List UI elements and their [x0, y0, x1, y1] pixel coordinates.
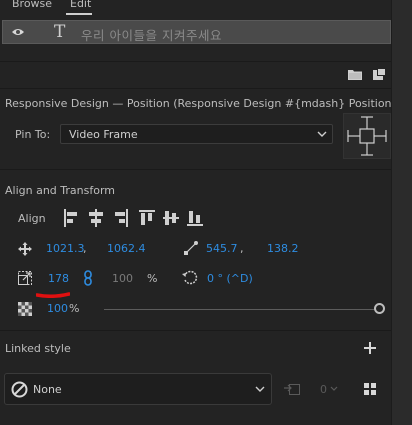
align-center-horizontal-icon[interactable] — [89, 209, 103, 227]
none-style-icon — [11, 381, 28, 398]
anchor-x-value[interactable]: 545.7 — [206, 242, 238, 255]
text-layer-row[interactable]: T 우리 아이들을 지켜주세요 — [2, 20, 391, 44]
position-y-value[interactable]: 1062.4 — [107, 242, 146, 255]
sync-style-icon[interactable] — [284, 381, 300, 397]
chevron-down-icon — [330, 386, 338, 391]
opacity-slider-track[interactable] — [104, 309, 376, 310]
position-move-icon — [18, 242, 32, 256]
pin-position-widget[interactable] — [343, 113, 391, 159]
panel-tabs: Browse Edit — [0, 0, 412, 16]
rotation-value[interactable]: 0 ° (^D) — [207, 272, 253, 285]
position-x-value[interactable]: 1021.3 — [46, 242, 85, 255]
opacity-percent: % — [69, 302, 80, 315]
linked-style-value: None — [33, 383, 62, 396]
scale-percent: % — [147, 272, 158, 285]
opacity-checker-icon — [18, 302, 32, 316]
divider — [0, 330, 391, 331]
align-label: Align — [18, 212, 46, 225]
red-underline-annotation — [36, 292, 70, 298]
folder-icon[interactable] — [348, 69, 362, 80]
divider — [0, 61, 391, 62]
active-tab-indicator — [66, 13, 92, 15]
tab-edit[interactable]: Edit — [70, 0, 91, 10]
add-style-icon[interactable] — [364, 342, 376, 354]
eye-icon[interactable] — [12, 28, 24, 36]
align-left-icon[interactable] — [64, 209, 77, 227]
style-stepper-value: 0 — [320, 383, 327, 396]
align-transform-title: Align and Transform — [5, 184, 115, 197]
pin-anchor-icon — [347, 116, 387, 156]
panel-scrollbar[interactable] — [391, 0, 412, 425]
comma: , — [240, 242, 244, 255]
linked-style-title: Linked style — [5, 342, 71, 355]
constrain-proportions-link-icon[interactable] — [83, 270, 93, 286]
text-layer-icon: T — [54, 22, 66, 42]
pin-to-label: Pin To: — [15, 128, 51, 141]
pin-to-value: Video Frame — [69, 128, 138, 141]
layer-name[interactable]: 우리 아이들을 지켜주세요 — [81, 25, 222, 44]
scale-height-value: 100 — [112, 272, 133, 285]
divider — [0, 169, 391, 170]
linked-style-dropdown[interactable]: None — [4, 373, 272, 405]
align-top-icon[interactable] — [139, 210, 155, 225]
anchor-point-icon — [184, 241, 198, 255]
scale-width-value[interactable]: 178 — [48, 272, 69, 285]
opacity-slider-knob[interactable] — [374, 303, 385, 314]
scale-icon — [18, 271, 32, 285]
anchor-y-value[interactable]: 138.2 — [267, 242, 299, 255]
comma: , — [83, 242, 87, 255]
chevron-down-icon — [255, 386, 265, 392]
rotation-icon — [182, 270, 198, 285]
divider — [0, 88, 391, 89]
align-right-icon[interactable] — [115, 209, 128, 227]
align-bottom-icon[interactable] — [187, 211, 203, 226]
pin-to-dropdown[interactable]: Video Frame — [60, 124, 333, 144]
align-buttons — [64, 209, 203, 227]
new-layer-icon[interactable] — [373, 68, 386, 80]
grid-view-icon[interactable] — [364, 383, 376, 395]
align-center-vertical-icon[interactable] — [163, 211, 179, 225]
tab-browse[interactable]: Browse — [12, 0, 52, 10]
chevron-down-icon — [317, 131, 327, 137]
responsive-design-title: Responsive Design — Position (Responsive… — [5, 97, 396, 110]
opacity-value[interactable]: 100 — [47, 302, 68, 315]
